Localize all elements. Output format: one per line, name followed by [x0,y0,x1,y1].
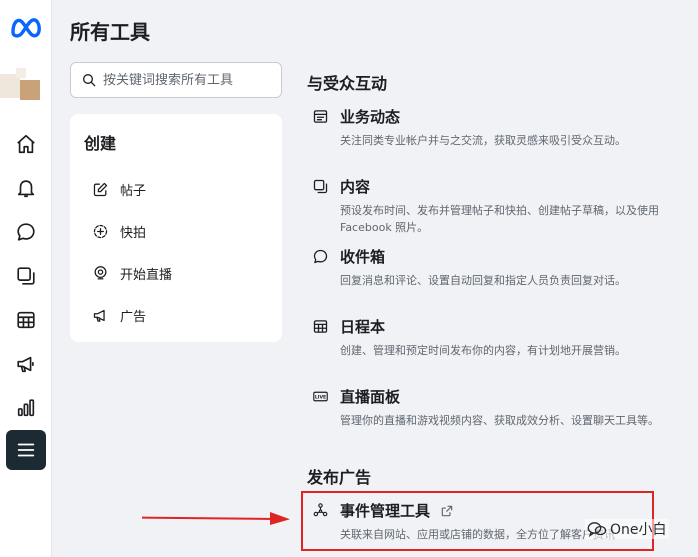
content-library-icon[interactable] [10,260,42,292]
section-title-engage: 与受众互动 [307,74,388,93]
calendar-grid-icon [310,317,330,337]
svg-text:LIVE: LIVE [314,394,325,400]
home-icon[interactable] [10,128,42,160]
tool-name: 业务动态 [340,108,401,126]
create-story-item[interactable]: 快拍 [84,210,268,252]
create-panel-title: 创建 [84,134,117,153]
red-arrow-annotation [142,512,290,525]
tool-name: 直播面板 [340,388,401,406]
inbox-chat-icon [310,247,330,267]
tool-name: 内容 [340,178,371,196]
content-icon [310,177,330,197]
tool-description: 关注同类专业帐户并与之交流，获取灵感来吸引受众互动。 [340,134,626,147]
story-add-icon [90,221,110,241]
calendar-icon[interactable] [10,304,42,336]
create-post-item[interactable]: 帖子 [84,168,268,210]
tool-description: 预设发布时间、发布并管理帖子和快拍、创建帖子草稿，以及使用 Facebook 照… [340,204,659,234]
tool-name: 日程本 [340,318,386,336]
tool-content[interactable]: 内容 预设发布时间、发布并管理帖子和快拍、创建帖子草稿，以及使用 Faceboo… [310,176,680,236]
create-panel: 创建 帖子 快拍 开始直播 广告 [70,114,282,342]
tool-business-feed[interactable]: 业务动态 关注同类专业帐户并与之交流，获取灵感来吸引受众互动。 [310,106,680,149]
create-item-label: 广告 [120,309,147,325]
section-title-ads: 发布广告 [307,468,372,487]
edit-icon [90,179,110,199]
tool-name: 收件箱 [340,248,386,266]
left-nav-rail [0,0,52,557]
create-live-item[interactable]: 开始直播 [84,252,268,294]
tool-planner[interactable]: 日程本 创建、管理和预定时间发布你的内容，有计划地开展营销。 [310,316,680,359]
live-icon: LIVE [310,387,330,407]
tool-live-dashboard[interactable]: LIVE 直播面板 管理你的直播和游戏视频内容、获取成效分析、设置聊天工具等。 [310,386,680,429]
tool-search-box[interactable] [70,62,282,98]
page-title: 所有工具 [70,20,150,44]
chat-bubble-icon[interactable] [10,216,42,248]
create-item-label: 快拍 [120,225,147,241]
feed-icon [310,107,330,127]
create-item-label: 开始直播 [120,267,173,283]
insights-bar-chart-icon[interactable] [10,392,42,424]
create-ad-item[interactable]: 广告 [84,294,268,336]
wechat-logo-icon [587,522,607,537]
search-icon [83,74,96,87]
notifications-bell-icon[interactable] [10,172,42,204]
meta-logo-icon[interactable] [9,14,45,40]
page-avatar[interactable] [0,68,42,106]
tool-description: 创建、管理和预定时间发布你的内容，有计划地开展营销。 [340,344,626,357]
tool-description: 管理你的直播和游戏视频内容、获取成效分析、设置聊天工具等。 [340,414,659,427]
live-broadcast-icon [90,263,110,283]
megaphone-icon [90,305,110,325]
tool-inbox[interactable]: 收件箱 回复消息和评论、设置自动回复和指定人员负责回复对话。 [310,246,680,289]
create-item-label: 帖子 [120,183,147,199]
tool-description: 回复消息和评论、设置自动回复和指定人员负责回复对话。 [340,274,626,287]
all-tools-menu-icon[interactable] [6,430,46,470]
watermark-text: One小白 [610,522,667,538]
search-input[interactable] [103,72,273,88]
watermark: One小白 [585,519,669,539]
megaphone-icon[interactable] [10,348,42,380]
